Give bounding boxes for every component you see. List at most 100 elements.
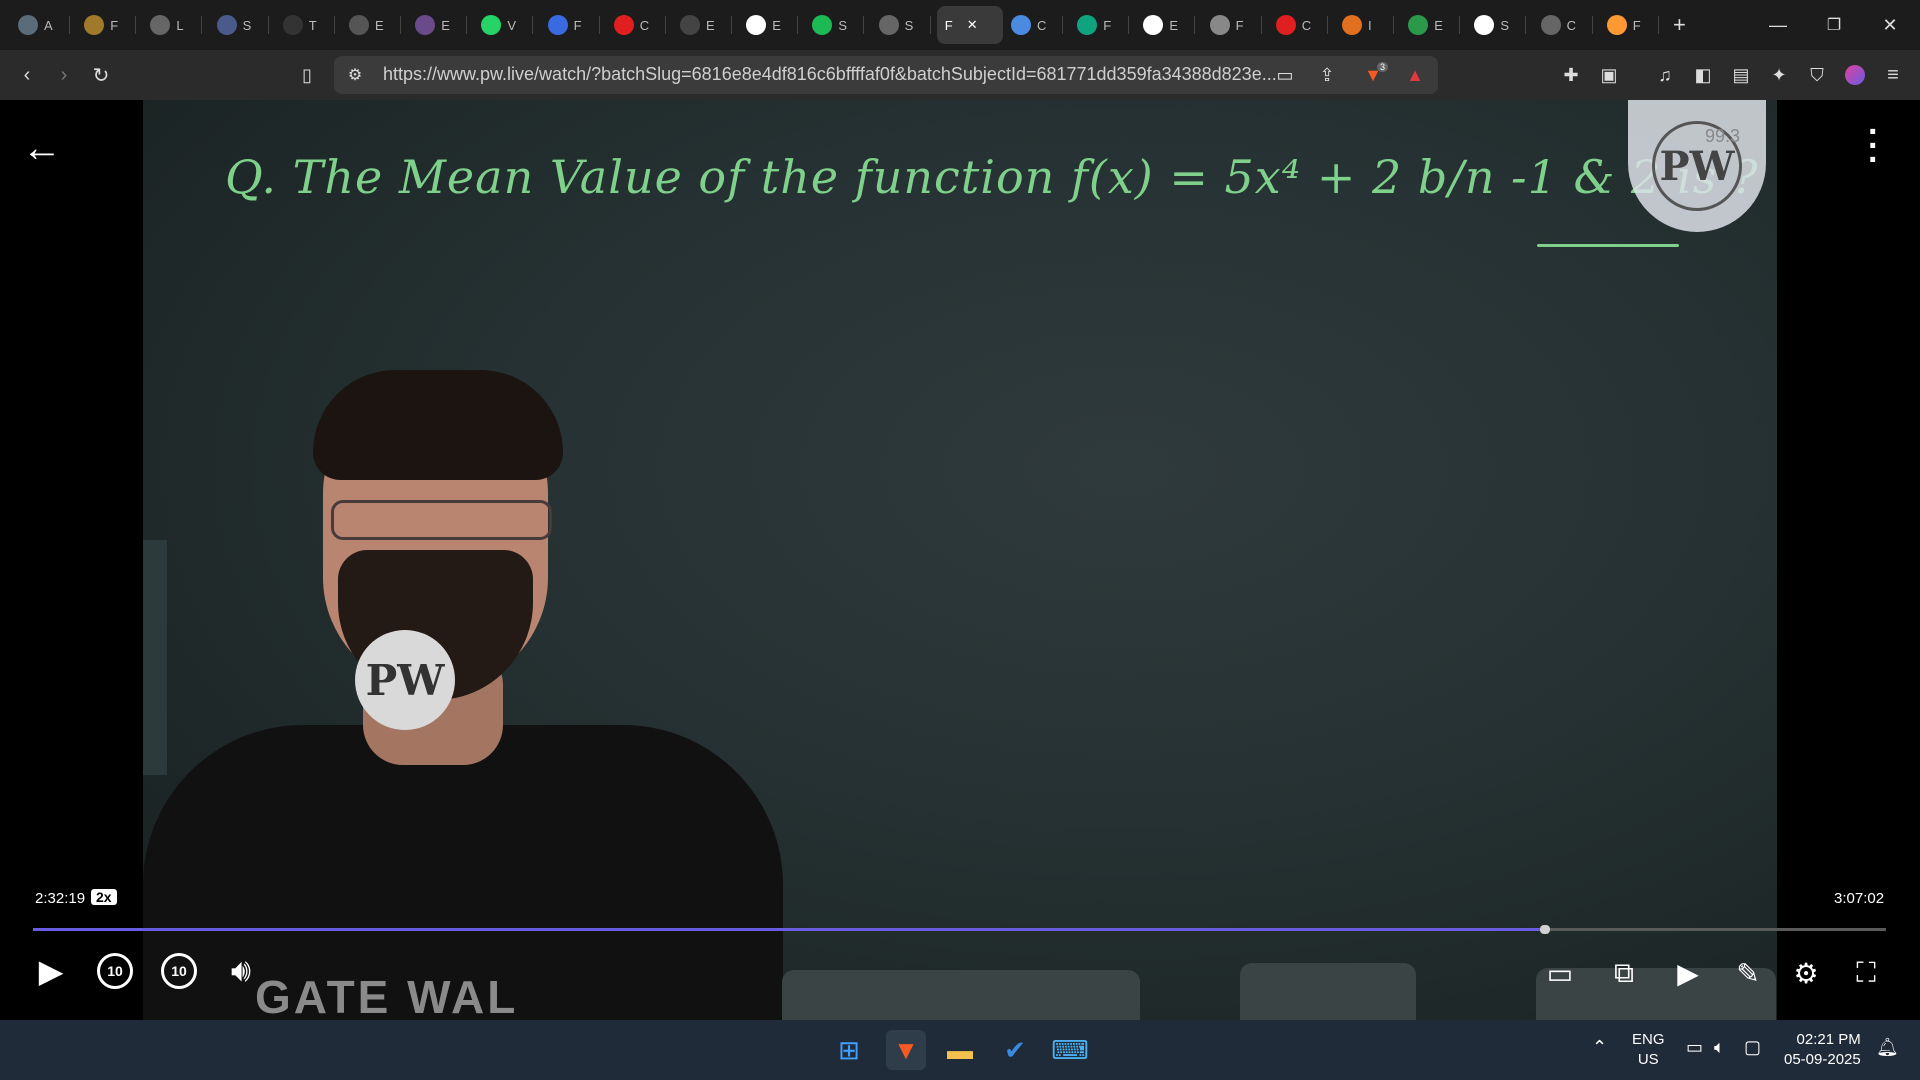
browser-tab[interactable]: S (871, 6, 931, 44)
notes-icon[interactable]: ✎ (1728, 953, 1768, 993)
tab-title: T (308, 17, 317, 33)
tab-separator (400, 16, 401, 34)
browser-tab[interactable]: L (142, 6, 203, 44)
notification-bell-icon[interactable]: 🔔︎ (1876, 1037, 1899, 1058)
back-arrow-icon[interactable]: ← (22, 126, 62, 171)
tab-separator (1062, 16, 1063, 34)
tab-separator (1459, 16, 1461, 34)
keyboard-icon[interactable]: ⌨ (1050, 1030, 1090, 1070)
browser-tab[interactable]: E (1400, 6, 1461, 44)
browser-tab[interactable]: C (1268, 6, 1328, 44)
seek-bar-thumb[interactable] (1540, 925, 1551, 934)
browser-tab[interactable]: C (1003, 6, 1063, 44)
browser-tab[interactable]: F (1202, 6, 1262, 44)
forward-nav-icon[interactable]: › (49, 60, 79, 90)
todo-icon[interactable]: ✔ (995, 1030, 1035, 1070)
language-code: ENG (1632, 1031, 1665, 1048)
browser-tab[interactable]: F (1599, 6, 1659, 44)
india-flag-icon (1606, 15, 1627, 35)
sidebar-icon[interactable]: ◧ (1688, 60, 1718, 90)
site-settings-icon[interactable]: ⚙ (340, 60, 370, 90)
restore-button[interactable]: ❐ (1806, 0, 1862, 50)
tab-title: E (441, 17, 450, 33)
translate-icon[interactable]: ⧉ (1604, 953, 1644, 993)
brave-rewards-icon[interactable]: ▲ (1400, 60, 1430, 90)
browser-tab[interactable]: E (1135, 6, 1196, 44)
browser-tab[interactable]: V (473, 6, 534, 44)
browser-tab[interactable]: A (10, 6, 70, 44)
clock[interactable]: 02:21 PM 05-09-2025 (1784, 1030, 1861, 1070)
tab-title: F (1235, 17, 1244, 33)
more-options-icon[interactable]: · · · (1868, 115, 1879, 177)
browser-tab[interactable]: E (738, 6, 799, 44)
tab-title: E (772, 17, 781, 33)
browser-tab[interactable]: F (540, 6, 600, 44)
volume-icon[interactable]: 🔊︎ (218, 948, 264, 994)
seek-bar-played (33, 928, 1541, 931)
settings-gear-icon[interactable]: ⚙ (1786, 953, 1826, 993)
playback-speed-badge[interactable]: 2x (91, 889, 117, 905)
battery-icon[interactable]: ▢ (1744, 1037, 1761, 1058)
video-player[interactable]: Q. The Mean Value of the function f(x) =… (0, 100, 1920, 1020)
close-window-button[interactable]: ✕ (1862, 0, 1918, 50)
tab-title: E (375, 17, 384, 33)
browser-tab[interactable]: E (341, 6, 401, 44)
browser-tab[interactable]: I (1334, 6, 1394, 44)
leo-ai-icon[interactable]: ✦ (1764, 60, 1794, 90)
minimize-button[interactable]: — (1750, 0, 1806, 50)
browser-tab[interactable]: E (407, 6, 468, 44)
menu-icon[interactable]: ≡ (1878, 60, 1908, 90)
browser-tab[interactable]: E (672, 6, 732, 44)
tab-separator (532, 16, 534, 34)
browser-tab[interactable]: C (1533, 6, 1593, 44)
browser-tab[interactable]: F ✕ (936, 6, 1003, 44)
tab-separator (1591, 16, 1593, 34)
wikipedia-icon (1474, 15, 1495, 35)
new-tab-button[interactable]: + (1665, 6, 1694, 44)
purple-icon (415, 15, 436, 35)
tab-separator (1393, 16, 1394, 34)
browser-tab[interactable]: S (209, 6, 269, 44)
browser-tab[interactable]: F (76, 6, 137, 44)
spotify-icon (812, 15, 833, 35)
network-icon[interactable]: ▭ (1686, 1037, 1703, 1058)
grid-icon (680, 15, 700, 35)
picture-in-picture-icon[interactable]: ▶︎ (1668, 953, 1708, 993)
vpn-icon[interactable]: ⛉ (1802, 60, 1832, 90)
file-explorer-icon[interactable]: ▬ (940, 1030, 980, 1070)
reload-icon[interactable]: ↻ (86, 60, 116, 90)
extensions-icon[interactable]: ✚ (1556, 60, 1586, 90)
speaker-icon[interactable]: 🔈︎ (1714, 1037, 1725, 1058)
seek-bar[interactable] (33, 925, 1886, 934)
bookmark-icon[interactable]: ▯ (292, 60, 322, 90)
question-underline (1537, 244, 1679, 247)
fullscreen-icon[interactable]: ⛶ (1846, 953, 1886, 993)
brave-browser-icon[interactable]: ▼ (886, 1030, 926, 1070)
windows-start-icon[interactable]: ⊞ (829, 1030, 869, 1070)
tab-separator (1194, 16, 1196, 34)
tab-separator (1525, 16, 1527, 34)
forward-10-button[interactable]: 10 (156, 948, 202, 994)
browser-tab[interactable]: S (804, 6, 865, 44)
tray-overflow-icon[interactable]: ⌃ (1592, 1037, 1607, 1058)
reader-mode-icon[interactable]: ▣ (1594, 60, 1624, 90)
profile-avatar-icon[interactable] (1840, 60, 1870, 90)
chat-icon[interactable]: ▭ (1540, 953, 1580, 993)
browser-tab[interactable]: F (1069, 6, 1130, 44)
tab-separator (1260, 16, 1262, 34)
browser-tab[interactable]: C (606, 6, 666, 44)
share-icon[interactable]: ⇪ (1312, 60, 1342, 90)
watermark-percent: 99.3 (1704, 126, 1740, 146)
media-icon[interactable]: ♫ (1650, 60, 1680, 90)
browser-tab[interactable]: S (1466, 6, 1527, 44)
cast-icon[interactable]: ▭ (1270, 60, 1300, 90)
tab-title: F (944, 17, 953, 33)
rewind-10-button[interactable]: 10 (92, 948, 138, 994)
language-indicator[interactable]: ENG US (1632, 1030, 1665, 1070)
url-text[interactable]: https://www.pw.live/watch/?batchSlug=681… (383, 64, 1277, 85)
close-tab-icon[interactable]: ✕ (967, 17, 978, 33)
browser-tab[interactable]: T (275, 6, 335, 44)
wallet-icon[interactable]: ▤ (1726, 60, 1756, 90)
play-button[interactable]: ▶ (28, 948, 74, 994)
back-nav-icon[interactable]: ‹ (12, 60, 42, 90)
